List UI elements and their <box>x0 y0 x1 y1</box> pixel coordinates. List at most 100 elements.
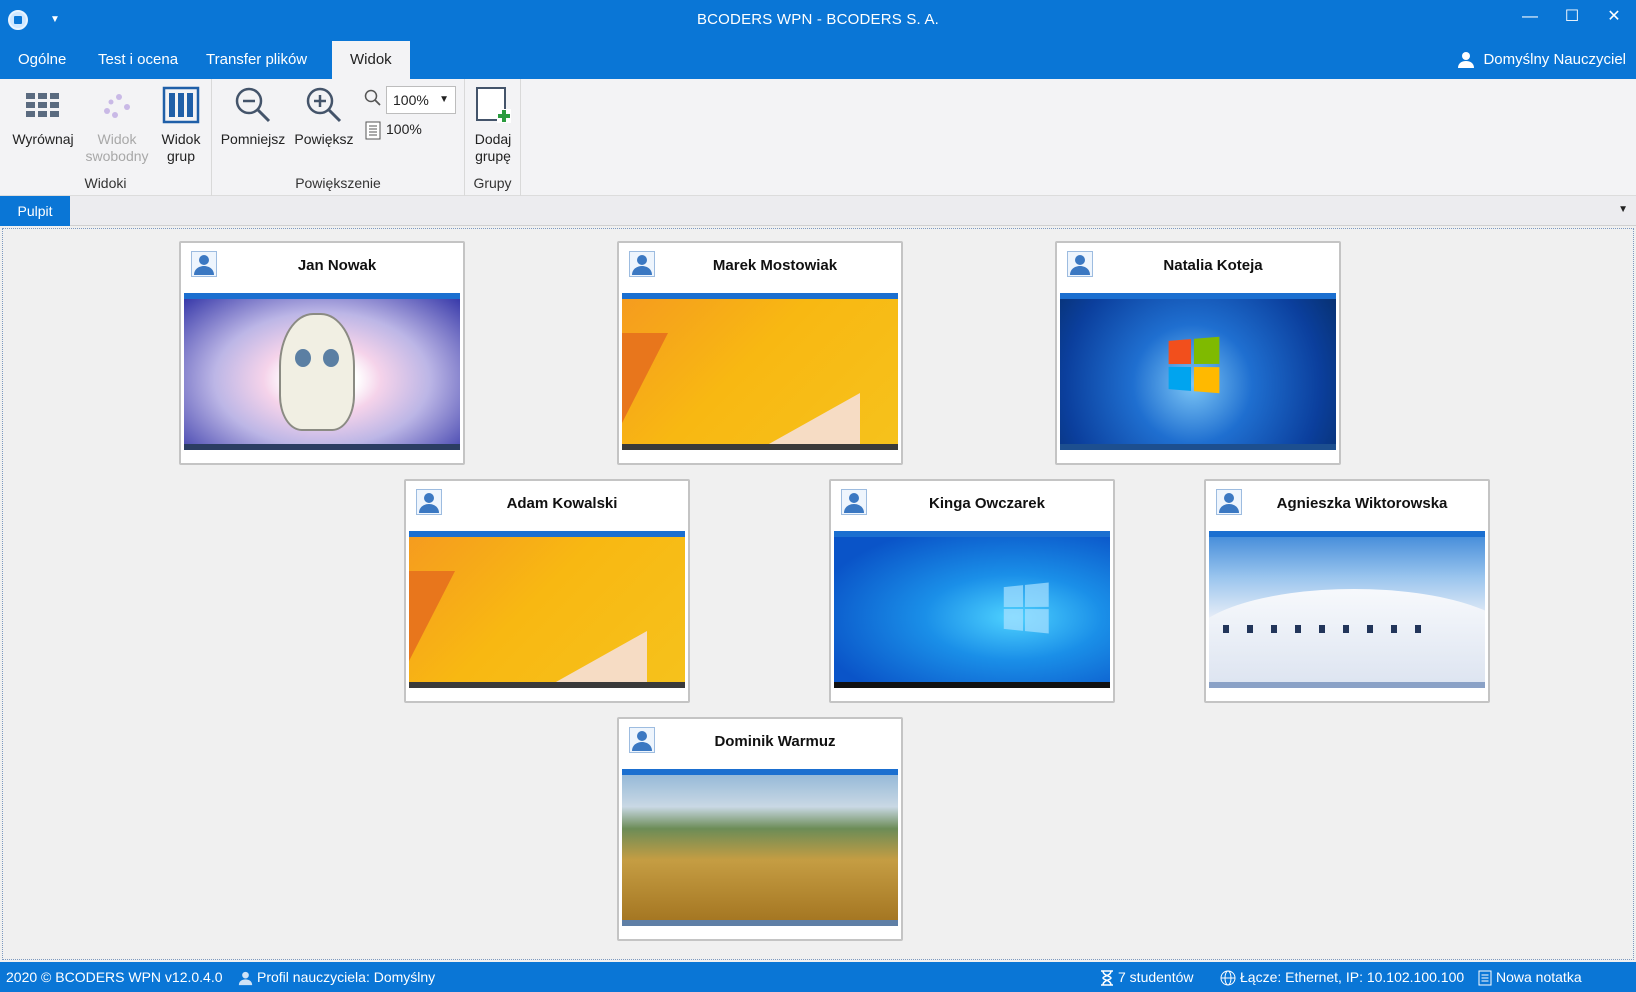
student-screen-preview[interactable] <box>1060 293 1336 450</box>
close-button[interactable]: ✕ <box>1593 0 1635 36</box>
avatar <box>629 251 655 277</box>
add-group-label-1: Dodaj <box>474 131 512 147</box>
user-icon <box>632 731 652 751</box>
avatar <box>416 489 442 515</box>
page-icon <box>365 121 381 140</box>
student-name: Adam Kowalski <box>506 495 618 512</box>
globe-icon <box>1220 970 1236 986</box>
version-info: 2020 © BCODERS WPN v12.0.4.0 <box>6 969 223 985</box>
grid-icon <box>26 93 59 117</box>
tab-general[interactable]: Ogólne <box>0 41 84 79</box>
student-card[interactable]: Adam Kowalski <box>404 479 690 703</box>
group-view-button[interactable]: Widok grup <box>156 85 206 165</box>
status-bar: 2020 © BCODERS WPN v12.0.4.0 Profil nauc… <box>0 962 1636 992</box>
align-label: Wyrównaj <box>12 131 74 147</box>
student-card[interactable]: Marek Mostowiak <box>617 241 903 465</box>
note-icon <box>1478 970 1492 986</box>
zoom-out-label: Pomniejsz <box>220 131 286 147</box>
add-group-icon <box>476 87 511 123</box>
scatter-dots-icon <box>104 94 130 118</box>
page-zoom-value: 100% <box>386 121 422 137</box>
zoom-out-button[interactable]: Pomniejsz <box>218 85 288 148</box>
student-screen-preview[interactable] <box>622 769 898 926</box>
user-icon <box>1458 52 1475 69</box>
free-view-button[interactable]: Widok swobodny <box>82 85 152 165</box>
student-name: Jan Nowak <box>297 257 377 274</box>
zoom-out-icon <box>235 87 271 123</box>
user-icon <box>419 493 439 513</box>
zoom-group: Pomniejsz Powiększ 100% ▼ 100% Powiększe… <box>212 79 465 196</box>
maximize-button[interactable]: ☐ <box>1551 0 1593 36</box>
desktop-tab-bar: Pulpit ▼ <box>0 196 1636 226</box>
group-view-label-2: grup <box>166 148 196 164</box>
tab-test-and-grade[interactable]: Test i ocena <box>80 41 196 79</box>
align-button[interactable]: Wyrównaj <box>8 85 78 148</box>
student-card[interactable]: Kinga Owczarek <box>829 479 1115 703</box>
groups-group-label: Grupy <box>473 175 512 191</box>
user-icon <box>1219 493 1239 513</box>
teacher-profile-label: Profil nauczyciela: Domyślny <box>257 969 436 985</box>
new-note-label: Nowa notatka <box>1496 969 1582 985</box>
student-screen-preview[interactable] <box>834 531 1110 688</box>
chevron-down-icon: ▼ <box>439 94 449 105</box>
user-icon <box>238 971 253 985</box>
student-desktop-area: Jan Nowak Marek Mostowiak Natalia Koteja… <box>2 228 1634 960</box>
user-icon <box>1070 255 1090 275</box>
zoom-level-value: 100% <box>393 92 429 108</box>
user-icon <box>194 255 214 275</box>
tab-file-transfer[interactable]: Transfer plików <box>188 41 325 79</box>
group-view-label-1: Widok <box>161 131 201 147</box>
connection-label: Łącze: Ethernet, IP: 10.102.100.100 <box>1240 969 1465 985</box>
minimize-button[interactable]: — <box>1509 0 1551 36</box>
student-card[interactable]: Natalia Koteja <box>1055 241 1341 465</box>
avatar <box>191 251 217 277</box>
free-view-label-2: swobodny <box>85 148 149 164</box>
ribbon-tab-bar: Ogólne Test i ocena Transfer plików Wido… <box>0 41 1636 79</box>
new-note-button[interactable]: Nowa notatka <box>1478 962 1582 992</box>
student-screen-preview[interactable] <box>622 293 898 450</box>
chevron-down-icon[interactable]: ▼ <box>1618 204 1628 215</box>
current-user[interactable]: Domyślny Nauczyciel <box>1457 41 1626 79</box>
student-name: Dominik Warmuz <box>714 733 836 750</box>
avatar <box>629 727 655 753</box>
hourglass-icon <box>1101 970 1113 987</box>
magnifier-icon <box>364 89 381 106</box>
student-name: Agnieszka Wiktorowska <box>1276 495 1448 512</box>
student-name: Natalia Koteja <box>1163 257 1263 274</box>
add-group-button[interactable]: Dodaj grupę <box>468 85 518 165</box>
tab-view[interactable]: Widok <box>332 41 410 79</box>
zoom-group-label: Powiększenie <box>295 175 381 191</box>
groups-group: Dodaj grupę Grupy <box>465 79 521 196</box>
ribbon: Wyrównaj Widok swobodny Widok grup Widok… <box>0 79 1636 196</box>
views-group-label: Widoki <box>84 175 127 191</box>
avatar <box>1067 251 1093 277</box>
students-count-label: 7 studentów <box>1118 969 1194 985</box>
student-screen-preview[interactable] <box>409 531 685 688</box>
free-view-label-1: Widok <box>97 131 137 147</box>
zoom-in-icon <box>306 87 342 123</box>
columns-icon <box>162 86 200 124</box>
student-name: Marek Mostowiak <box>712 257 838 274</box>
zoom-level-select[interactable]: 100% ▼ <box>386 86 456 114</box>
views-group: Wyrównaj Widok swobodny Widok grup Widok… <box>0 79 212 196</box>
current-user-name: Domyślny Nauczyciel <box>1483 51 1626 68</box>
student-screen-preview[interactable] <box>184 293 460 450</box>
student-name: Kinga Owczarek <box>929 495 1045 512</box>
student-card[interactable]: Jan Nowak <box>179 241 465 465</box>
teacher-profile[interactable]: Profil nauczyciela: Domyślny <box>238 962 435 992</box>
user-icon <box>632 255 652 275</box>
add-group-label-2: grupę <box>475 148 511 164</box>
zoom-in-label: Powiększ <box>294 131 354 147</box>
student-card[interactable]: Agnieszka Wiktorowska <box>1204 479 1490 703</box>
avatar <box>1216 489 1242 515</box>
tab-desktop[interactable]: Pulpit <box>0 196 70 226</box>
connection-info[interactable]: Łącze: Ethernet, IP: 10.102.100.100 <box>1220 962 1464 992</box>
students-count[interactable]: 7 studentów <box>1100 962 1194 992</box>
avatar <box>841 489 867 515</box>
title-bar: ▼ BCODERS WPN - BCODERS S. A. — ☐ ✕ <box>0 0 1636 41</box>
user-icon <box>844 493 864 513</box>
student-screen-preview[interactable] <box>1209 531 1485 688</box>
student-card[interactable]: Dominik Warmuz <box>617 717 903 941</box>
zoom-in-button[interactable]: Powiększ <box>292 85 356 148</box>
window-title: BCODERS WPN - BCODERS S. A. <box>696 11 940 28</box>
